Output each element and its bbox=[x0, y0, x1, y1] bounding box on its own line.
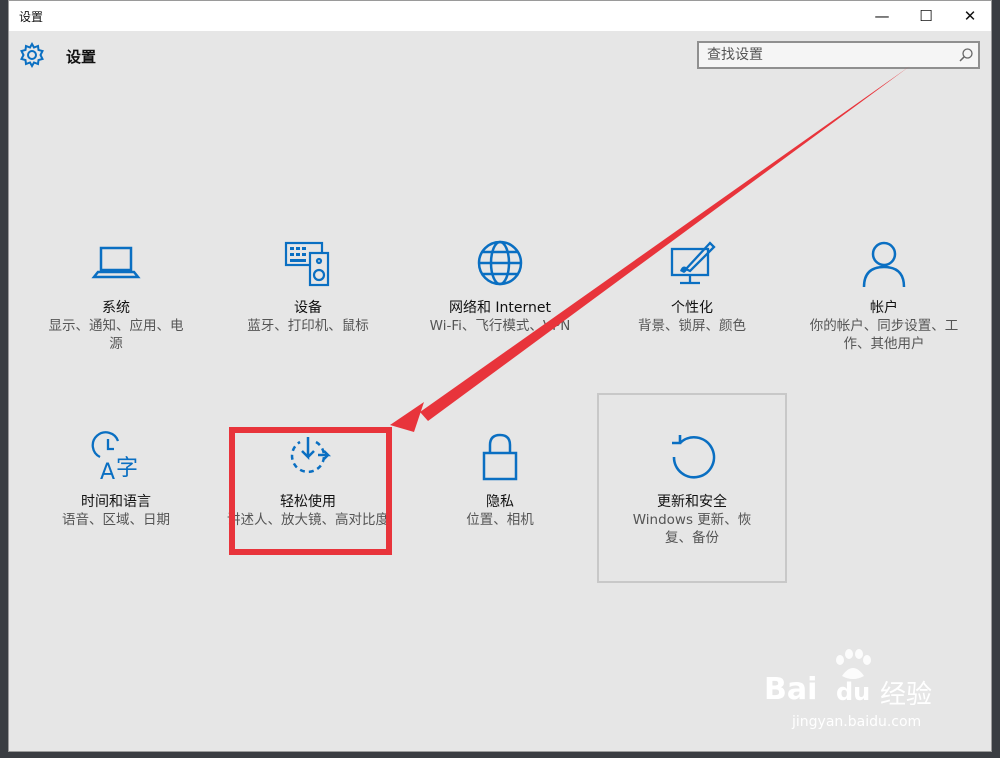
globe-icon bbox=[477, 240, 523, 286]
category-name: 个性化 bbox=[671, 300, 713, 316]
svg-text:A: A bbox=[100, 460, 115, 483]
category-devices[interactable]: 设备 蓝牙、打印机、鼠标 bbox=[213, 233, 403, 393]
paw-icon bbox=[836, 649, 871, 679]
personalization-icon bbox=[670, 241, 716, 285]
watermark-brand: Bai bbox=[764, 672, 818, 707]
window-title: 设置 bbox=[19, 10, 44, 24]
category-name: 网络和 Internet bbox=[448, 300, 552, 316]
watermark-label: 经验 bbox=[880, 680, 933, 710]
category-time-language[interactable]: A 字 时间和语言 语音、区域、日期 bbox=[21, 427, 211, 587]
category-desc: 蓝牙、打印机、鼠标 bbox=[247, 318, 369, 334]
category-name: 轻松使用 bbox=[280, 494, 336, 510]
svg-text:字: 字 bbox=[116, 456, 138, 481]
settings-window: 设置 — ☐ ✕ 设置 系统 显示、通知、应用、电源 bbox=[8, 0, 992, 752]
category-name: 帐户 bbox=[870, 300, 898, 316]
search-box[interactable] bbox=[697, 41, 980, 69]
close-button[interactable]: ✕ bbox=[947, 1, 993, 31]
time-language-icon: A 字 bbox=[91, 431, 138, 483]
category-desc: 显示、通知、应用、电源 bbox=[48, 318, 184, 352]
category-desc: 语音、区域、日期 bbox=[62, 512, 170, 528]
category-update-security[interactable]: 更新和安全 Windows 更新、恢复、备份 bbox=[597, 393, 787, 583]
category-name: 更新和安全 bbox=[657, 494, 727, 510]
category-name: 设备 bbox=[294, 300, 322, 316]
category-ease-of-access[interactable]: 轻松使用 讲述人、放大镜、高对比度 bbox=[213, 427, 403, 587]
title-bar: 设置 — ☐ ✕ bbox=[9, 1, 991, 31]
category-desc: Windows 更新、恢复、备份 bbox=[632, 512, 752, 546]
category-system[interactable]: 系统 显示、通知、应用、电源 bbox=[21, 233, 211, 393]
search-icon[interactable] bbox=[958, 47, 974, 63]
category-name: 隐私 bbox=[486, 494, 514, 510]
watermark-brand-2: du bbox=[836, 678, 871, 706]
devices-icon bbox=[284, 241, 330, 287]
category-accounts[interactable]: 帐户 你的帐户、同步设置、工作、其他用户 bbox=[789, 233, 979, 393]
watermark: Bai du 经验 jingyan.baidu.com bbox=[760, 648, 960, 738]
maximize-button[interactable]: ☐ bbox=[903, 1, 949, 31]
category-name: 时间和语言 bbox=[81, 494, 151, 510]
category-desc: 你的帐户、同步设置、工作、其他用户 bbox=[809, 318, 959, 352]
category-desc: 背景、锁屏、颜色 bbox=[638, 318, 746, 334]
search-input[interactable] bbox=[699, 43, 955, 67]
category-desc: 位置、相机 bbox=[466, 512, 534, 528]
category-network[interactable]: 网络和 Internet Wi-Fi、飞行模式、VPN bbox=[405, 233, 595, 393]
update-icon bbox=[672, 435, 716, 479]
category-name: 系统 bbox=[102, 300, 130, 316]
category-privacy[interactable]: 隐私 位置、相机 bbox=[405, 427, 595, 587]
ease-of-access-icon bbox=[290, 437, 332, 474]
laptop-icon bbox=[91, 246, 141, 279]
minimize-button[interactable]: — bbox=[859, 1, 905, 31]
user-icon bbox=[862, 241, 906, 288]
gear-icon bbox=[20, 41, 44, 69]
category-desc: 讲述人、放大镜、高对比度 bbox=[227, 512, 389, 528]
page-title: 设置 bbox=[66, 48, 97, 66]
watermark-url: jingyan.baidu.com bbox=[792, 714, 922, 730]
category-personalization[interactable]: 个性化 背景、锁屏、颜色 bbox=[597, 233, 787, 393]
category-desc: Wi-Fi、飞行模式、VPN bbox=[429, 318, 571, 334]
lock-icon bbox=[482, 433, 518, 481]
